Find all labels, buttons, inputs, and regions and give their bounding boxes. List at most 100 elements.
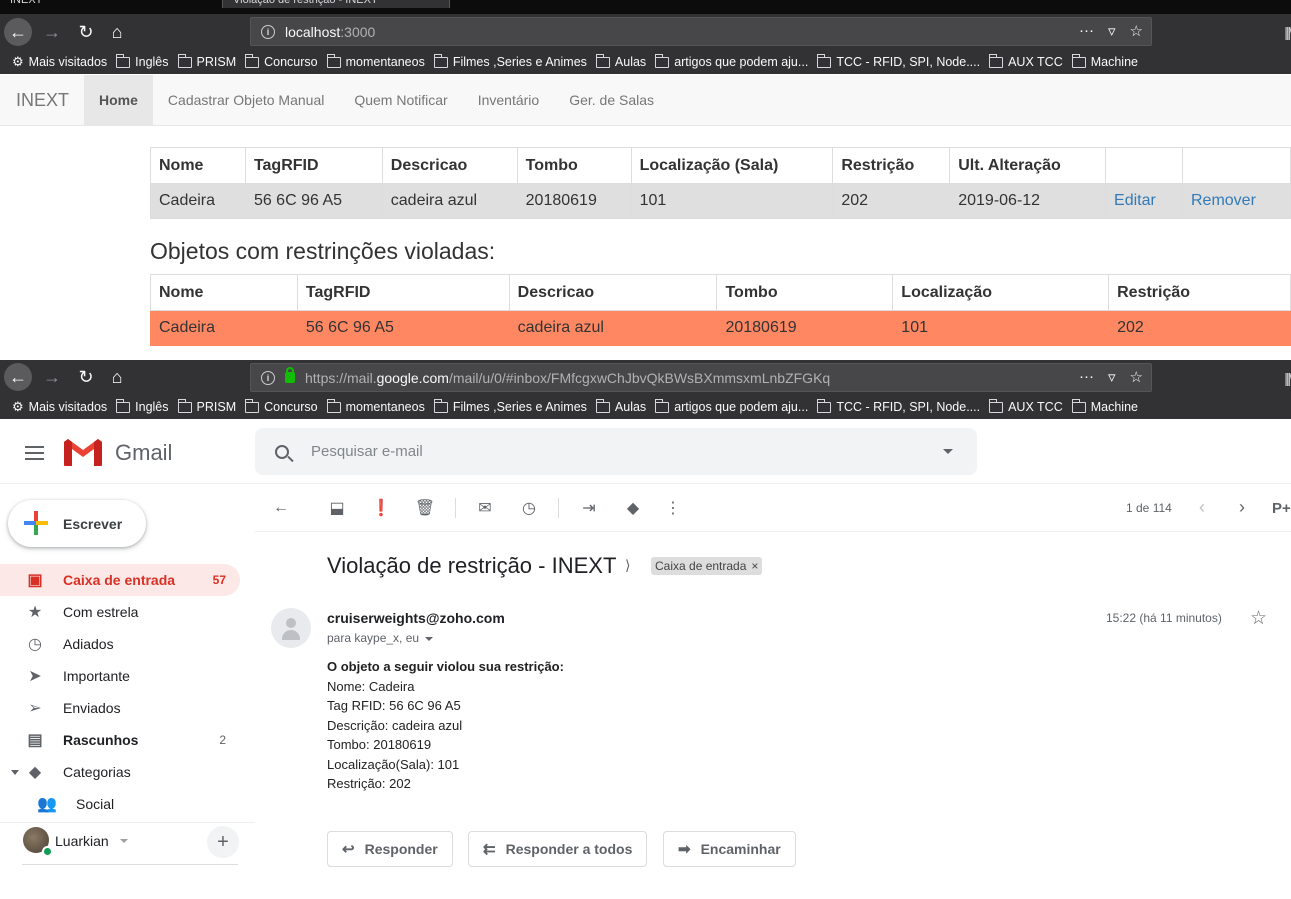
mark-unread-icon[interactable]: ✉ (475, 498, 495, 518)
url-bar-bottom[interactable]: i https://mail. google.com/mail/u/0/#inbo… (250, 363, 1152, 392)
folder-icon (1071, 398, 1086, 413)
back-arrow-icon[interactable]: ← (271, 498, 291, 518)
user-name[interactable]: Luarkian (55, 833, 109, 849)
sidebar-item-sent[interactable]: ➢ Enviados (0, 692, 240, 724)
folder-icon (245, 53, 260, 68)
sidebar-item-important[interactable]: ➤ Importante (0, 660, 240, 692)
label-as-icon[interactable]: ◆ (623, 498, 643, 518)
star-icon[interactable]: ☆ (1250, 607, 1267, 630)
forward-icon[interactable]: → (38, 363, 66, 391)
recipients-caret-icon[interactable] (425, 636, 434, 641)
bookmark-mais-visitados[interactable]: ⚙ Mais visitados (12, 54, 107, 70)
inext-brand[interactable]: INEXT (0, 75, 84, 125)
col-header: Nome (150, 274, 298, 311)
bookmark-momentaneos[interactable]: momentaneos (326, 53, 425, 69)
bookmark-filmes[interactable]: Filmes ,Series e Animes (433, 53, 587, 69)
url-bar-top[interactable]: i localhost:3000 ··· ▿ ☆ (250, 17, 1152, 46)
bookmark-tcc[interactable]: TCC - RFID, SPI, Node.... (817, 53, 980, 69)
back-icon[interactable]: ← (4, 18, 32, 46)
tab-violation[interactable]: Violação de restrição - INEXT (222, 0, 450, 8)
nav-ger-salas[interactable]: Ger. de Salas (554, 75, 669, 125)
remove-link[interactable]: Remover (1181, 183, 1291, 219)
expand-caret-icon[interactable] (11, 769, 19, 775)
forward-icon[interactable]: → (38, 18, 66, 46)
back-icon[interactable]: ← (4, 363, 32, 391)
importance-marker-icon[interactable]: ⟩ (625, 557, 630, 574)
more-icon[interactable]: ··· (1079, 368, 1094, 386)
bookmark-aulas[interactable]: Aulas (595, 398, 646, 414)
gmail-logo-icon[interactable] (64, 438, 102, 466)
tab-inext[interactable]: INEXT (0, 0, 52, 8)
bookmark-aux-tcc[interactable]: AUX TCC (989, 53, 1063, 69)
bookmark-filmes[interactable]: Filmes ,Series e Animes (433, 398, 587, 414)
reload-icon[interactable]: ↻ (72, 18, 100, 46)
sender-email[interactable]: cruiserweights@zoho.com (327, 610, 505, 626)
user-caret-icon[interactable] (120, 839, 128, 843)
more-vert-icon[interactable]: ⋮ (663, 498, 683, 518)
home-icon[interactable]: ⌂ (103, 363, 131, 391)
menu-icon[interactable] (25, 446, 44, 460)
pocket-icon[interactable]: ▿ (1108, 368, 1116, 386)
sidebar-item-categories[interactable]: ◆ Categorias (0, 756, 240, 788)
next-icon[interactable]: › (1239, 497, 1245, 518)
info-icon[interactable]: i (261, 24, 275, 39)
snooze-icon[interactable]: ◷ (519, 498, 539, 518)
bookmark-concurso[interactable]: Concurso (245, 53, 318, 69)
bookmark-machine[interactable]: Machine (1071, 398, 1138, 414)
bookmark-ingles[interactable]: Inglês (116, 53, 169, 69)
bookmark-momentaneos[interactable]: momentaneos (326, 398, 425, 414)
search-input[interactable]: Pesquisar e-mail (255, 428, 977, 475)
bookmark-prism[interactable]: PRISM (177, 398, 236, 414)
bookmark-artigos[interactable]: artigos que podem aju... (655, 398, 808, 414)
bookmark-star-icon[interactable]: ☆ (1130, 368, 1143, 386)
recipients[interactable]: para kaype_x, eu (327, 631, 434, 645)
delete-icon[interactable]: 🗑 (415, 498, 435, 518)
bookmark-aulas[interactable]: Aulas (595, 53, 646, 69)
nav-quem-notificar[interactable]: Quem Notificar (339, 75, 462, 125)
folder-icon (817, 398, 832, 413)
bookmark-ingles[interactable]: Inglês (116, 398, 169, 414)
bookmark-star-icon[interactable]: ☆ (1130, 22, 1143, 40)
sidebar-item-snoozed[interactable]: ◷ Adiados (0, 628, 240, 660)
home-icon[interactable]: ⌂ (103, 18, 131, 46)
info-icon[interactable]: i (261, 370, 275, 385)
add-contact-button[interactable]: + (207, 826, 239, 858)
input-tools-icon[interactable]: P+ (1272, 500, 1291, 517)
library-icon[interactable]: |||\ (1284, 370, 1291, 386)
search-icon[interactable] (275, 444, 289, 459)
reply-all-button[interactable]: ⇇ Responder a todos (468, 831, 648, 867)
edit-link[interactable]: Editar (1105, 183, 1183, 219)
more-icon[interactable]: ··· (1079, 22, 1094, 40)
nav-cadastrar[interactable]: Cadastrar Objeto Manual (153, 75, 339, 125)
browser-toolbar-top: ← → ↻ ⌂ i localhost:3000 ··· ▿ ☆ |||\ (0, 14, 1291, 50)
search-options-icon[interactable] (943, 449, 953, 454)
bookmark-tcc[interactable]: TCC - RFID, SPI, Node.... (817, 398, 980, 414)
reply-button[interactable]: ↩ Responder (327, 831, 453, 867)
bookmark-machine[interactable]: Machine (1071, 53, 1138, 69)
sidebar-item-inbox[interactable]: ▣ Caixa de entrada 57 (0, 564, 240, 596)
table-cell: 101 (892, 310, 1110, 346)
sidebar-item-starred[interactable]: ★ Com estrela (0, 596, 240, 628)
prev-icon[interactable]: ‹ (1199, 497, 1205, 518)
remove-label-icon[interactable]: × (751, 559, 758, 573)
browser-toolbar-bottom: ← → ↻ ⌂ i https://mail. google.com/mail/u… (0, 360, 1291, 395)
library-icon[interactable]: |||\ (1284, 24, 1291, 40)
compose-button[interactable]: Escrever (8, 500, 146, 547)
archive-icon[interactable]: ⬓ (327, 498, 347, 518)
sidebar-item-drafts[interactable]: ▤ Rascunhos 2 (0, 724, 240, 756)
bookmark-prism[interactable]: PRISM (177, 53, 236, 69)
report-spam-icon[interactable]: ❗ (371, 498, 391, 518)
bookmarks-bar-top: ⚙ Mais visitados Inglês PRISM Concurso mo… (0, 50, 1291, 74)
move-to-icon[interactable]: ⇥ (579, 498, 599, 518)
sidebar-item-social[interactable]: 👥 Social (0, 788, 240, 820)
bookmark-artigos[interactable]: artigos que podem aju... (655, 53, 808, 69)
reload-icon[interactable]: ↻ (72, 363, 100, 391)
nav-home[interactable]: Home (84, 75, 153, 125)
pocket-icon[interactable]: ▿ (1108, 22, 1116, 40)
nav-inventario[interactable]: Inventário (463, 75, 554, 125)
bookmark-concurso[interactable]: Concurso (245, 398, 318, 414)
bookmark-mais-visitados[interactable]: ⚙ Mais visitados (12, 399, 107, 415)
star-icon: ★ (27, 604, 43, 621)
bookmark-aux-tcc[interactable]: AUX TCC (989, 398, 1063, 414)
forward-button[interactable]: ➡ Encaminhar (663, 831, 796, 867)
